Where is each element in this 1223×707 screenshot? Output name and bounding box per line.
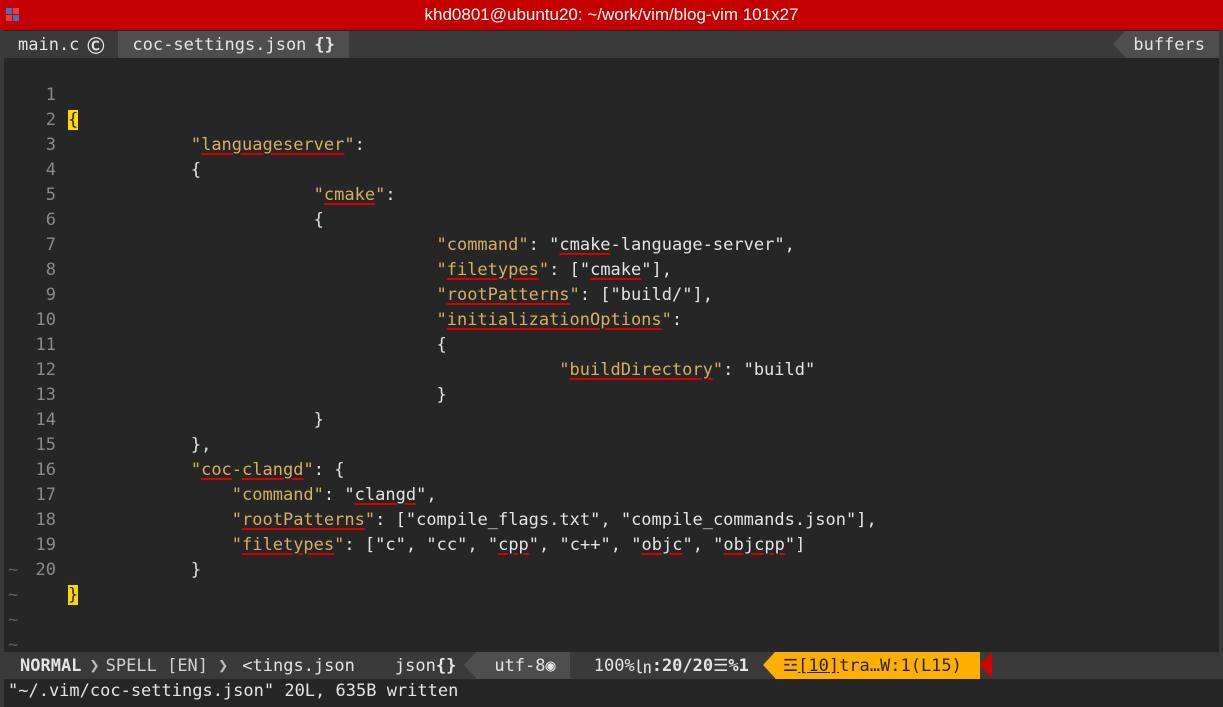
encoding-indicator: utf-8 ◉	[464, 652, 570, 679]
code-line: 10 {	[4, 283, 1219, 355]
line-position: :20/20	[651, 655, 714, 676]
window-right-border	[1219, 30, 1223, 707]
code-line: 3 {	[4, 108, 1219, 180]
cursor-position: 100% ㏑:20/20 ☰ %1	[569, 652, 763, 679]
warning-icon: ☲	[782, 655, 799, 676]
code-line: 2 "languageserver":	[4, 83, 1219, 155]
code-line: 20 }	[4, 533, 1219, 605]
spell-indicator: SPELL [EN]	[105, 655, 209, 676]
window-title-bar: khd0801@ubuntu20: ~/work/vim/blog-vim 10…	[0, 0, 1223, 30]
empty-line-marker: ~	[8, 610, 19, 630]
editor-buffer[interactable]: 1 { 2 "languageserver": 3 { 4 "cmake": 5…	[4, 58, 1219, 655]
filetype-indicator: json {}	[394, 655, 457, 676]
code-line: 11 "buildDirectory": "build"	[4, 308, 1219, 380]
code-line: 9 "initializationOptions":	[4, 258, 1219, 330]
empty-line-marker: ~	[8, 560, 19, 580]
command-line-message[interactable]: "~/.vim/coc-settings.json" 20L, 635B wri…	[4, 679, 1223, 707]
trailing-whitespace-warning[interactable]: ☲ [10] tra…W:1(L15)	[762, 652, 992, 679]
code-line: 4 "cmake":	[4, 133, 1219, 205]
column-icon: ☰	[713, 655, 729, 676]
c-file-icon: Ⓒ	[87, 37, 105, 57]
code-line: 12 }	[4, 333, 1219, 405]
code-line: 8 "rootPatterns": ["build/"],	[4, 233, 1219, 305]
code-line: 18 "filetypes": ["c", "cc", "cpp", "c++"…	[4, 483, 1219, 555]
tab-label: main.c	[18, 34, 80, 55]
os-icon: ◉	[545, 655, 556, 676]
code-line: 1 {	[4, 58, 1219, 130]
buffers-indicator: buffers	[1113, 31, 1219, 58]
tab-label: coc-settings.json	[132, 34, 307, 55]
separator-icon: ❯	[89, 655, 100, 676]
code-line: 14 },	[4, 383, 1219, 455]
separator-icon: ❯	[218, 655, 229, 676]
code-line: 16 "command": "clangd",	[4, 433, 1219, 505]
column-position: %1	[728, 655, 749, 676]
code-line: 17 "rootPatterns": ["compile_flags.txt",…	[4, 458, 1219, 530]
percent-through-file: 100%	[593, 655, 635, 676]
terminal-app-icon	[6, 8, 20, 22]
tab-main-c[interactable]: main.c Ⓒ	[4, 31, 118, 58]
code-line: 13 }	[4, 358, 1219, 430]
line-icon: ㏑	[634, 658, 652, 678]
code-line: 7 "filetypes": ["cmake"],	[4, 208, 1219, 280]
vim-statusline: NORMAL ❯ SPELL [EN] ❯ <tings.json json {…	[4, 652, 1219, 679]
code-line: 6 "command": "cmake-language-server",	[4, 183, 1219, 255]
statusline-filename: <tings.json	[242, 655, 355, 676]
code-line: 15 "coc-clangd": {	[4, 408, 1219, 480]
vim-tabline: main.c Ⓒ coc-settings.json {} buffers	[4, 31, 1219, 58]
empty-line-marker: ~	[8, 585, 19, 605]
mode-indicator: NORMAL	[4, 652, 88, 679]
tab-coc-settings-json[interactable]: coc-settings.json {}	[118, 31, 349, 58]
code-line: 19 }	[4, 508, 1219, 580]
json-file-icon: {}	[314, 34, 335, 55]
json-file-icon: {}	[435, 655, 457, 676]
code-line: 5 {	[4, 158, 1219, 230]
matching-brace: }	[68, 585, 79, 605]
window-title: khd0801@ubuntu20: ~/work/vim/blog-vim 10…	[424, 5, 799, 24]
